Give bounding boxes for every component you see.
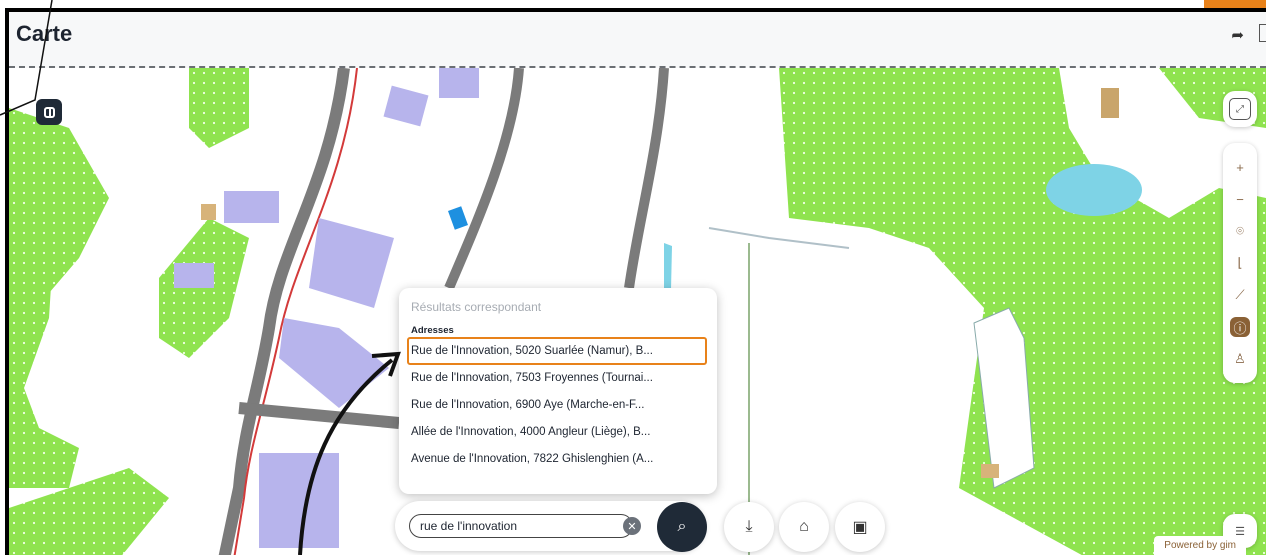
page-title: Carte [16,21,73,46]
map-canvas[interactable]: ⤢ + − ⌾ ⌊ ⟋ ⓘ ♙ ☰ Powered by gim Résulta… [9,68,1266,555]
zoom-in-icon[interactable]: + [1230,157,1250,177]
share-arrow-icon[interactable]: ➦ [1231,26,1244,44]
cross-road [238,402,400,429]
building [439,68,479,98]
search-button[interactable]: ⌕ [657,502,707,552]
building [174,263,214,288]
download-icon: ⤓ [745,518,753,535]
expand-button[interactable]: ⤢ [1223,91,1257,127]
forest-track [708,227,850,249]
building [259,453,339,548]
search-results-dropdown: Résultats correspondant Adresses Rue de … [399,288,717,494]
download-button[interactable]: ⤓ [724,502,774,552]
results-title: Résultats correspondant [411,300,542,314]
building [201,204,216,220]
person-icon[interactable]: ♙ [1230,349,1250,369]
sidebar-icon [43,106,55,118]
draw-area-icon: ⌂ [799,518,809,535]
secondary-road [444,68,524,290]
result-item[interactable]: Allée de l'Innovation, 4000 Angleur (Liè… [411,426,707,438]
panel-icon[interactable] [1259,24,1266,42]
result-item[interactable]: Rue de l'Innovation, 6900 Aye (Marche-en… [411,399,707,411]
building [279,318,389,408]
result-item[interactable]: Avenue de l'Innovation, 7822 Ghislenghie… [411,453,707,465]
layout-button[interactable]: ▣ [835,502,885,552]
results-section-addresses: Adresses [411,325,454,336]
orange-corner-accent [1204,0,1266,8]
measure-icon[interactable]: ⌊ [1230,253,1250,273]
ruler-icon[interactable]: ⟋ [1230,285,1250,305]
building [224,191,279,223]
clear-x-icon[interactable]: ✕ [623,517,641,535]
app-frame: Carte ➦ ⤢ + − ⌾ ⌊ ⟋ ⓘ ♙ ☰ Powered by gim… [5,8,1266,555]
forest-area [189,68,249,148]
secondary-road [624,68,669,289]
pond [1046,164,1142,216]
info-icon[interactable]: ⓘ [1230,317,1250,337]
water-tank [448,206,468,230]
forest-area [9,238,79,488]
building [383,85,429,127]
forest-area [779,68,1266,555]
location-pin-icon[interactable]: ⌾ [1230,221,1250,241]
map-tools-panel: + − ⌾ ⌊ ⟋ ⓘ ♙ [1223,143,1257,383]
result-item[interactable]: Rue de l'Innovation, 7503 Froyennes (Tou… [411,372,707,384]
sidebar-toggle-button[interactable] [36,99,62,125]
building [1101,88,1119,118]
search-icon: ⌕ [677,518,687,535]
stream [664,243,672,290]
building [981,464,999,478]
building [309,218,394,308]
layout-icon: ▣ [852,519,868,536]
expand-icon: ⤢ [1229,98,1251,120]
result-item[interactable]: Rue de l'Innovation, 5020 Suarlée (Namur… [411,345,707,357]
page-header: Carte ➦ [9,12,1266,68]
search-input[interactable] [409,514,633,538]
zoom-out-icon[interactable]: − [1230,189,1250,209]
powered-by-label[interactable]: Powered by gim [1154,536,1246,555]
draw-area-button[interactable]: ⌂ [779,502,829,552]
